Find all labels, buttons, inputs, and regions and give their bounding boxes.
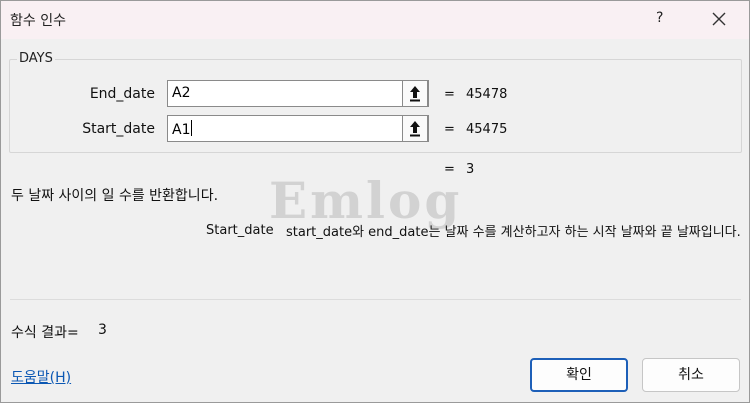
- param-help-name: Start_date: [206, 223, 274, 238]
- function-name-label: DAYS: [17, 51, 55, 66]
- start-date-ref-button[interactable]: [402, 115, 428, 142]
- watermark: Emlog: [269, 171, 463, 230]
- start-date-equals: =: [444, 122, 455, 137]
- ok-button[interactable]: 확인: [530, 358, 628, 392]
- end-date-equals: =: [444, 87, 455, 102]
- start-date-input[interactable]: A1: [167, 115, 429, 142]
- help-question-button[interactable]: ?: [656, 10, 663, 26]
- collapse-arrow-icon: [410, 86, 420, 102]
- end-date-result: 45478: [466, 87, 508, 102]
- formula-result-label: 수식 결과=: [11, 325, 79, 341]
- start-date-value-wrap: A1: [172, 120, 193, 138]
- function-description: 두 날짜 사이의 일 수를 반환합니다.: [11, 188, 219, 204]
- collapse-arrow-icon: [410, 121, 420, 137]
- end-date-label: End_date: [89, 86, 155, 102]
- formula-result-value: 3: [98, 322, 107, 338]
- help-link[interactable]: 도움말(H): [11, 367, 71, 387]
- text-caret: [191, 120, 193, 136]
- cancel-button[interactable]: 취소: [642, 358, 740, 392]
- title-bar: 함수 인수 ?: [1, 1, 749, 39]
- start-date-value: A1: [172, 122, 191, 138]
- dialog-title: 함수 인수: [10, 13, 66, 29]
- end-date-value: A2: [172, 85, 191, 101]
- start-date-label: Start_date: [82, 121, 155, 137]
- divider: [10, 299, 741, 300]
- end-date-ref-button[interactable]: [402, 80, 428, 107]
- function-result-value: 3: [466, 162, 475, 177]
- function-arguments-dialog: 함수 인수 ? DAYS End_date A2 = 45478 Start_d…: [0, 0, 750, 403]
- end-date-input[interactable]: A2: [167, 80, 429, 107]
- param-help-text: start_date와 end_date는 날짜 수를 계산하고자 하는 시작 …: [286, 225, 741, 240]
- close-icon[interactable]: [709, 9, 729, 29]
- start-date-result: 45475: [466, 122, 508, 137]
